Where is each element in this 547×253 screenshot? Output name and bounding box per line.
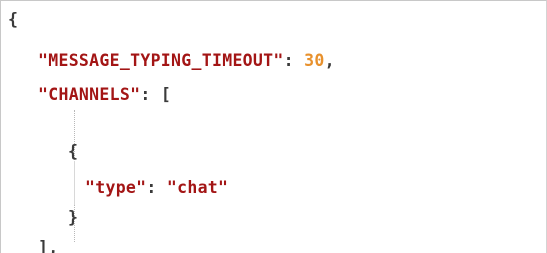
- code-line-8: ],: [38, 235, 58, 253]
- json-key-message-typing-timeout: "MESSAGE_TYPING_TIMEOUT": [38, 51, 284, 70]
- json-code-editor[interactable]: { "MESSAGE_TYPING_TIMEOUT": 30, "CHANNEL…: [0, 0, 547, 253]
- open-brace: {: [8, 10, 19, 29]
- json-key-type: "type": [85, 178, 147, 197]
- code-line-7: }: [68, 205, 78, 231]
- json-number-value: 30: [304, 51, 325, 70]
- code-line-1: {: [8, 7, 18, 33]
- colon: :: [140, 85, 161, 104]
- code-line-2: "MESSAGE_TYPING_TIMEOUT": 30,: [38, 48, 335, 74]
- colon: :: [146, 178, 167, 197]
- open-brace: {: [68, 142, 79, 161]
- close-brace: }: [68, 208, 79, 227]
- code-line-6: "type": "chat": [85, 175, 228, 201]
- code-line-5: {: [68, 139, 78, 165]
- comma: ,: [324, 51, 335, 70]
- json-key-channels: "CHANNELS": [38, 85, 141, 104]
- code-line-3: "CHANNELS": [: [38, 82, 171, 108]
- close-bracket: ],: [38, 238, 59, 253]
- colon: :: [283, 51, 305, 70]
- indent-guide: [74, 161, 75, 205]
- json-string-value: "chat": [166, 178, 229, 197]
- open-bracket: [: [160, 85, 172, 104]
